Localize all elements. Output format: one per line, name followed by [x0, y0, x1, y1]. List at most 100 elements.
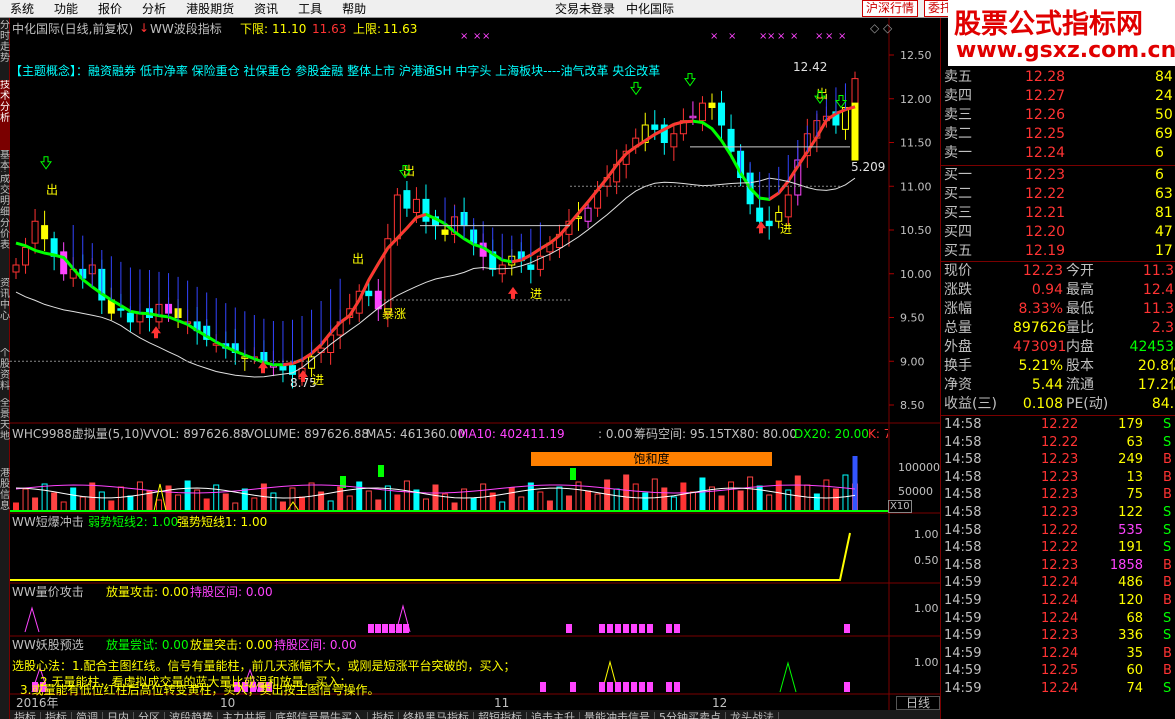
stat-row[interactable]: 换手 5.21%股本 20.8亿	[941, 357, 1175, 376]
volume-bar	[13, 502, 19, 512]
stat-row[interactable]: 总量 897626量比 2.37	[941, 319, 1175, 338]
tick-volume: 179	[1118, 417, 1143, 432]
hold-range-bar	[674, 624, 680, 633]
bid-row[interactable]: 买三 12.21 81	[941, 204, 1175, 223]
login-status[interactable]: 交易未登录	[555, 1, 615, 17]
candle-body	[727, 128, 735, 152]
volume-indicator-name[interactable]: WHC9988虚拟量(5,10)	[12, 427, 144, 441]
panel4-name[interactable]: WW量价攻击	[12, 585, 84, 599]
chart-controls[interactable]: ◇ ◇	[870, 21, 892, 35]
stat-row[interactable]: 收益(三) 0.108PE(动) 84.9	[941, 395, 1175, 414]
side-tab[interactable]: 基本资料	[0, 150, 10, 172]
tick-row[interactable]: 14:59 12.24 35 B	[941, 645, 1175, 663]
tick-row[interactable]: 14:58 12.23 13 B	[941, 469, 1175, 487]
tick-row[interactable]: 14:58 12.22 179 S	[941, 416, 1175, 434]
tick-row[interactable]: 14:58 12.22 63 S	[941, 434, 1175, 452]
indicator-tab[interactable]: 量能冲击信号	[580, 712, 655, 719]
stat-row[interactable]: 现价 12.23今开 11.30	[941, 262, 1175, 281]
x10-button[interactable]: X10	[888, 500, 912, 513]
stat-row[interactable]: 净资 5.44流通 17.2亿	[941, 376, 1175, 395]
menu-item[interactable]: 报价	[88, 0, 132, 18]
indicator-tab[interactable]: 超短指标	[474, 712, 527, 719]
menu-item[interactable]: 功能	[44, 0, 88, 18]
price-axis-label: 11.50	[900, 137, 932, 150]
stat-row[interactable]: 涨幅 8.33%最低 11.30	[941, 300, 1175, 319]
broker-name[interactable]: 中化国际	[626, 1, 674, 17]
side-tab[interactable]: 成交明细	[0, 174, 10, 216]
tick-volume: 74	[1126, 681, 1143, 696]
tick-row[interactable]: 14:59 12.24 120 B	[941, 592, 1175, 610]
menu-item[interactable]: 帮助	[332, 0, 376, 18]
volume-bar	[604, 479, 611, 512]
tick-price: 12.22	[1041, 540, 1079, 556]
side-tab[interactable]: 分价表	[0, 218, 10, 276]
indicator-tab[interactable]: 终极黑马指标	[399, 712, 474, 719]
price-axis-label: 9.00	[900, 355, 925, 368]
volume-bar	[136, 481, 143, 512]
indicator-tab[interactable]: 指标	[10, 712, 41, 719]
indicator-tab[interactable]: 底部信号最牛买入	[271, 712, 368, 719]
bid-row[interactable]: 买一 12.23 6	[941, 166, 1175, 185]
bid-row[interactable]: 买四 12.20 47	[941, 223, 1175, 242]
indicator-tab[interactable]: 龙头战法	[726, 712, 779, 719]
stat-label: 股本	[1066, 358, 1094, 374]
ask-row[interactable]: 卖一 12.24 6	[941, 144, 1175, 163]
tick-volume: 122	[1118, 505, 1143, 520]
bid-row[interactable]: 买二 12.22 63	[941, 185, 1175, 204]
side-tab[interactable]: 港股信息	[0, 468, 10, 528]
indicator-tab[interactable]: 追击主升	[527, 712, 580, 719]
side-tab[interactable]: 资讯中心	[0, 278, 10, 346]
tick-row[interactable]: 14:59 12.25 60 B	[941, 662, 1175, 680]
ask-row[interactable]: 卖二 12.25 69	[941, 125, 1175, 144]
bid-price: 12.23	[1025, 167, 1066, 183]
menu-item[interactable]: 分析	[132, 0, 176, 18]
indicator-tab[interactable]: 波段趋势	[165, 712, 218, 719]
arrow-down-icon: ↓	[139, 21, 150, 35]
indicator-tab[interactable]: 5分钟买卖点	[655, 712, 726, 719]
tick-row[interactable]: 14:59 12.23 336 S	[941, 627, 1175, 645]
side-tab[interactable]: 全景天地	[0, 398, 10, 466]
tick-row[interactable]: 14:58 12.23 122 S	[941, 504, 1175, 522]
indicator-tab[interactable]: 主力共振	[218, 712, 271, 719]
menu-item[interactable]: 系统	[0, 0, 44, 18]
side-tab[interactable]: 分时走势	[0, 20, 10, 78]
tick-row[interactable]: 14:58 12.22 535 S	[941, 522, 1175, 540]
ask-row[interactable]: 卖四 12.27 24	[941, 87, 1175, 106]
indicator-tab[interactable]: 指标	[368, 712, 399, 719]
indicator-tab[interactable]: 指标	[41, 712, 72, 719]
indicator-name[interactable]: WW波段指标	[150, 22, 222, 36]
side-tab[interactable]: 技术分析	[0, 80, 10, 150]
tick-row[interactable]: 14:58 12.22 191 S	[941, 539, 1175, 557]
tick-row[interactable]: 14:58 12.23 1858 B	[941, 557, 1175, 575]
tick-row[interactable]: 14:59 12.24 74 S	[941, 680, 1175, 698]
period-day-button[interactable]: 日线	[896, 696, 940, 710]
menu-item[interactable]: 港股期货	[176, 0, 244, 18]
indicator-tab[interactable]: 简调	[72, 712, 103, 719]
tick-row[interactable]: 14:58 12.23 75 B	[941, 486, 1175, 504]
menu-item[interactable]: 工具	[288, 0, 332, 18]
stat-label: 收益(三)	[944, 396, 997, 412]
ask-row[interactable]: 卖五 12.28 84	[941, 68, 1175, 87]
tick-row[interactable]: 14:59 12.24 68 S	[941, 610, 1175, 628]
hushen-market-button[interactable]: 沪深行情	[862, 0, 919, 17]
stat-label: PE(动)	[1066, 396, 1109, 412]
side-tab[interactable]: 个股资料	[0, 348, 10, 396]
panel3-name[interactable]: WW短爆冲击	[12, 515, 84, 529]
k-line-chart[interactable]: 12.50 12.00 11.50 11.00 10.50 10.00 9.50 9.00 8.…	[10, 18, 940, 710]
tick-row[interactable]: 14:59 12.24 486 B	[941, 574, 1175, 592]
tick-row[interactable]: 14:58 12.23 249 B	[941, 451, 1175, 469]
stat-value: 11.30	[1142, 301, 1175, 317]
panel5-name[interactable]: WW妖股预选	[12, 638, 84, 652]
stat-row[interactable]: 外盘 473091内盘 424535	[941, 338, 1175, 357]
indicator-tab[interactable]: 日内	[103, 712, 134, 719]
bid-row[interactable]: 买五 12.19 17	[941, 242, 1175, 261]
trade-button[interactable]: 委托	[924, 0, 950, 17]
panel4-axis-label: 1.00	[914, 602, 939, 615]
menu-item[interactable]: 资讯	[244, 0, 288, 18]
indicator-tab[interactable]: 分区	[134, 712, 165, 719]
stat-row[interactable]: 涨跌 0.94最高 12.42	[941, 281, 1175, 300]
hold-range-bar	[389, 624, 395, 633]
tick-price: 12.23	[1041, 452, 1079, 468]
ask-row[interactable]: 卖三 12.26 50	[941, 106, 1175, 125]
chart-area[interactable]: 12.50 12.00 11.50 11.00 10.50 10.00 9.50 9.00 8.…	[10, 18, 940, 710]
